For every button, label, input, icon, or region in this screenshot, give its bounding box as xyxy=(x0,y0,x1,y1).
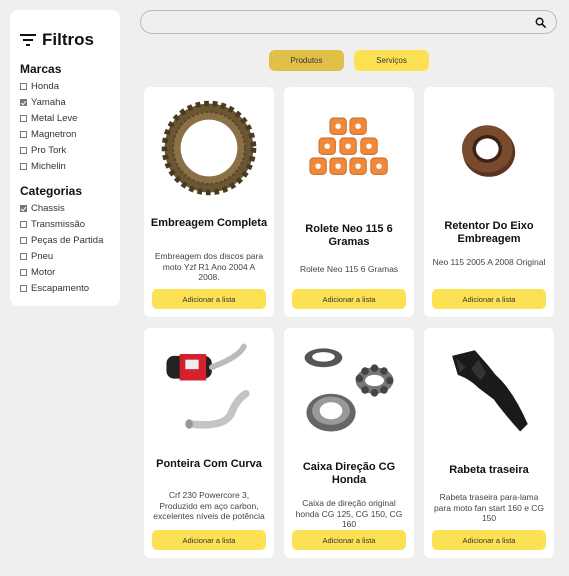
product-card: Rolete Neo 115 6 Gramas Rolete Neo 115 6… xyxy=(284,87,414,317)
category-option-pneu[interactable]: Pneu xyxy=(20,251,110,262)
product-title: Rolete Neo 115 6 Gramas xyxy=(305,223,393,248)
filter-icon xyxy=(20,34,36,46)
rollers-icon xyxy=(294,93,404,203)
filters-heading: Filtros xyxy=(20,30,110,50)
brand-label: Michelin xyxy=(31,161,66,172)
add-to-list-button[interactable]: Adicionar a lista xyxy=(432,530,546,550)
product-card: Ponteira Com Curva Crf 230 Powercore 3, … xyxy=(144,328,274,558)
product-card: Rabeta traseira Rabeta traseira para-lam… xyxy=(424,328,554,558)
product-title: Ponteira Com Curva xyxy=(156,458,262,470)
product-description: Neo 115 2005 A 2008 Original xyxy=(432,257,546,267)
brand-label: Yamaha xyxy=(31,97,66,108)
product-description: Crf 230 Powercore 3, Produzido em aço ca… xyxy=(153,490,265,521)
category-option-escapamento[interactable]: Escapamento xyxy=(20,283,110,294)
product-description: Rabeta traseira para-lama para moto fan … xyxy=(433,492,545,523)
filters-sidebar: Filtros Marcas Honda Yamaha Metal Leve M… xyxy=(10,10,120,306)
product-title: Caixa Direção CG Honda xyxy=(302,461,396,486)
brands-title: Marcas xyxy=(20,62,62,76)
add-to-list-button[interactable]: Adicionar a lista xyxy=(432,289,546,309)
add-to-list-button[interactable]: Adicionar a lista xyxy=(292,530,406,550)
category-label: Peças de Partida xyxy=(31,235,104,246)
brand-option-pro-tork[interactable]: Pro Tork xyxy=(20,145,110,156)
brand-label: Metal Leve xyxy=(31,113,78,124)
tab-produtos[interactable]: Produtos xyxy=(269,50,344,71)
product-card: Embreagem Completa Embreagem dos discos … xyxy=(144,87,274,317)
product-description: Caixa de direção original honda CG 125, … xyxy=(295,498,403,529)
category-label: Escapamento xyxy=(31,283,90,294)
add-to-list-button[interactable]: Adicionar a lista xyxy=(152,289,266,309)
search-input[interactable] xyxy=(141,11,556,33)
checkbox[interactable] xyxy=(20,285,27,292)
product-title: Embreagem Completa xyxy=(150,217,268,229)
product-card: Retentor Do Eixo Embreagem Neo 115 2005 … xyxy=(424,87,554,317)
category-option-pecas-de-partida[interactable]: Peças de Partida xyxy=(20,235,110,246)
brand-label: Magnetron xyxy=(31,129,77,140)
brand-list: Honda Yamaha Metal Leve Magnetron Pro To… xyxy=(20,81,110,172)
brand-label: Pro Tork xyxy=(31,145,67,156)
brand-option-magnetron[interactable]: Magnetron xyxy=(20,129,110,140)
tab-servicos[interactable]: Serviços xyxy=(354,50,429,71)
product-description: Rolete Neo 115 6 Gramas xyxy=(299,264,399,274)
product-description: Embreagem dos discos para moto Yzf R1 An… xyxy=(154,251,264,282)
category-list: Chassis Transmissão Peças de Partida Pne… xyxy=(20,203,110,294)
category-option-motor[interactable]: Motor xyxy=(20,267,110,278)
checkbox[interactable] xyxy=(20,99,27,106)
checkbox[interactable] xyxy=(20,83,27,90)
checkbox[interactable] xyxy=(20,253,27,260)
clutch-disc-icon xyxy=(154,93,264,203)
category-label: Chassis xyxy=(31,203,65,214)
category-label: Motor xyxy=(31,267,56,278)
oil-seal-icon xyxy=(434,93,544,203)
category-option-transmissao[interactable]: Transmissão xyxy=(20,219,110,230)
search-icon[interactable] xyxy=(535,17,546,28)
product-title: Rabeta traseira xyxy=(449,464,529,476)
category-label: Transmissão xyxy=(31,219,86,230)
search-bar xyxy=(140,10,557,34)
brand-option-metal-leve[interactable]: Metal Leve xyxy=(20,113,110,124)
checkbox[interactable] xyxy=(20,131,27,138)
checkbox[interactable] xyxy=(20,163,27,170)
category-option-chassis[interactable]: Chassis xyxy=(20,203,110,214)
add-to-list-button[interactable]: Adicionar a lista xyxy=(292,289,406,309)
checkbox[interactable] xyxy=(20,221,27,228)
product-title: Retentor Do Eixo Embreagem xyxy=(444,220,534,245)
bearing-icon xyxy=(294,334,404,444)
brand-option-yamaha[interactable]: Yamaha xyxy=(20,97,110,108)
checkbox[interactable] xyxy=(20,237,27,244)
add-to-list-button[interactable]: Adicionar a lista xyxy=(152,530,266,550)
checkbox[interactable] xyxy=(20,115,27,122)
checkbox[interactable] xyxy=(20,147,27,154)
checkbox[interactable] xyxy=(20,269,27,276)
brand-option-michelin[interactable]: Michelin xyxy=(20,161,110,172)
brand-label: Honda xyxy=(31,81,59,92)
category-label: Pneu xyxy=(31,251,54,262)
product-card: Caixa Direção CG Honda Caixa de direção … xyxy=(284,328,414,558)
brand-option-honda[interactable]: Honda xyxy=(20,81,110,92)
exhaust-icon xyxy=(154,334,264,444)
checkbox[interactable] xyxy=(20,205,27,212)
categories-title: Categorias xyxy=(20,184,83,198)
filters-title: Filtros xyxy=(42,30,94,49)
rear-fender-icon xyxy=(434,334,544,444)
